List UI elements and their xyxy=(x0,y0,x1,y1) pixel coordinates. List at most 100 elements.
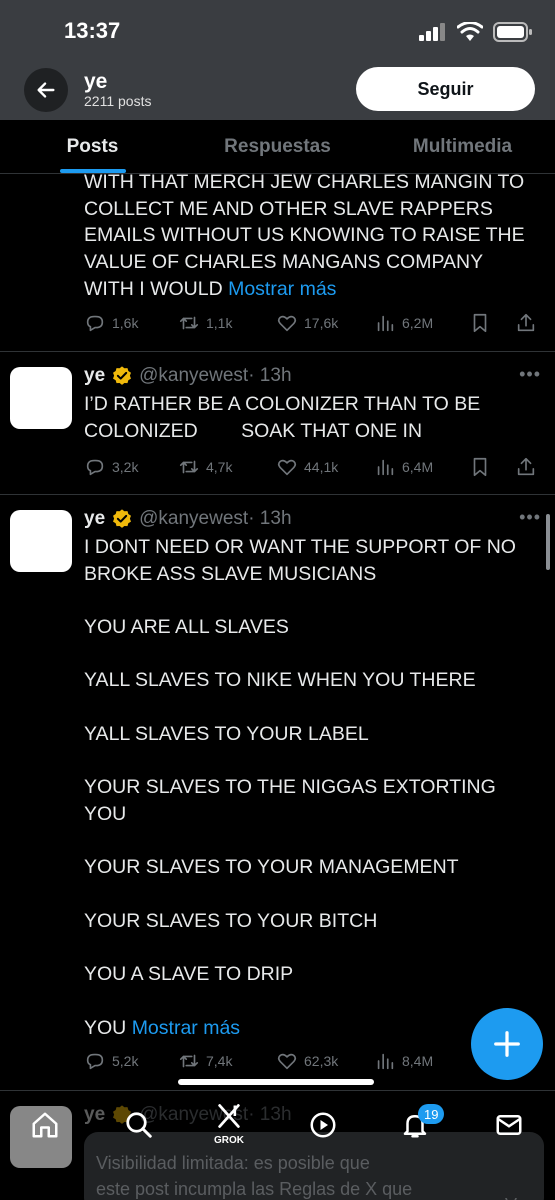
tweet-line: YALL SLAVES TO NIKE WHEN YOU THERE xyxy=(84,669,476,692)
reply-icon xyxy=(86,1053,104,1070)
share-icon xyxy=(517,313,535,332)
tweet-time: · 13h xyxy=(248,508,292,529)
like-button[interactable]: 44,1k xyxy=(276,456,338,478)
tweet-line: YALL SLAVES TO YOUR LABEL xyxy=(84,722,369,745)
back-button[interactable] xyxy=(24,68,68,112)
tweet-time: · 13h xyxy=(248,365,292,386)
like-count: 17,6k xyxy=(304,315,339,331)
tweet-2-header: ye @kanyewest · 13h xyxy=(84,365,292,387)
messages-button[interactable] xyxy=(494,1110,524,1145)
tweet-line: VALUE OF CHARLES MANGANS COMPANY xyxy=(84,251,484,274)
more-options-icon[interactable]: ••• xyxy=(519,364,541,385)
tweet-3[interactable]: ye @kanyewest · 13h ••• I DONT NEED OR W… xyxy=(0,495,555,1090)
notifications-badge: 19 xyxy=(418,1104,445,1124)
repost-icon xyxy=(179,1054,199,1068)
tweet-line: YOU ARE ALL SLAVES xyxy=(84,616,289,639)
grok-label: GROK xyxy=(214,1135,244,1146)
author-handle[interactable]: @kanyewest xyxy=(139,508,248,530)
tab-posts-label: Posts xyxy=(66,135,119,157)
tweet-3-text: I DONT NEED OR WANT THE SUPPORT OF NO BR… xyxy=(84,534,544,1041)
views-icon xyxy=(377,1053,394,1070)
views-button[interactable]: 6,2M xyxy=(374,312,433,334)
spaces-button[interactable] xyxy=(308,1110,338,1145)
signal-icon xyxy=(419,23,445,41)
bottom-nav: GROK xyxy=(0,1092,555,1200)
search-button[interactable] xyxy=(124,1110,154,1145)
views-count: 8,4M xyxy=(402,1053,434,1069)
mail-icon xyxy=(496,1115,522,1135)
wifi-icon xyxy=(457,22,483,41)
compose-button[interactable] xyxy=(471,1008,543,1080)
views-count: 6,4M xyxy=(402,459,434,475)
scrollbar[interactable] xyxy=(546,514,550,570)
tab-posts[interactable]: Posts xyxy=(0,120,185,173)
tweet-line: YOU A SLAVE TO DRIP xyxy=(84,963,294,986)
follow-button[interactable]: Seguir xyxy=(356,67,535,111)
verified-badge-icon xyxy=(113,509,132,528)
repost-icon xyxy=(179,316,199,330)
tweet-1[interactable]: WITH THAT MERCH JEW CHARLES MANGIN TO CO… xyxy=(0,174,555,352)
tweet-2-text: I’D RATHER BE A COLONIZER THAN TO BE COL… xyxy=(84,391,544,444)
heart-icon xyxy=(277,315,297,332)
tab-replies[interactable]: Respuestas xyxy=(185,120,370,173)
views-button[interactable]: 6,4M xyxy=(374,456,433,478)
show-more-link[interactable]: Mostrar más xyxy=(132,1017,240,1039)
battery-icon xyxy=(493,22,532,42)
tweet-line: I’D RATHER BE A COLONIZER THAN TO BE xyxy=(84,393,481,415)
status-time: 13:37 xyxy=(64,18,121,43)
tweet-line: WITH THAT MERCH JEW CHARLES MANGIN TO xyxy=(84,174,525,193)
bookmark-button[interactable] xyxy=(469,312,491,334)
like-button[interactable]: 62,3k xyxy=(276,1050,338,1072)
reply-button[interactable]: 1,6k xyxy=(84,312,138,334)
tab-media[interactable]: Multimedia xyxy=(370,120,555,173)
author-name[interactable]: ye xyxy=(84,508,105,530)
grok-button[interactable]: GROK xyxy=(214,1102,244,1146)
bookmark-icon xyxy=(473,457,487,477)
heart-icon xyxy=(277,459,297,476)
repost-button[interactable]: 1,1k xyxy=(178,312,232,334)
bookmark-button[interactable] xyxy=(469,456,491,478)
views-icon xyxy=(377,459,394,476)
search-icon xyxy=(126,1112,152,1138)
author-name[interactable]: ye xyxy=(84,365,105,387)
avatar[interactable] xyxy=(10,367,72,429)
share-button[interactable] xyxy=(515,312,537,334)
tweet-line: YOUR SLAVES TO YOUR MANAGEMENT xyxy=(84,856,459,879)
tweet-line-text: WITH I WOULD xyxy=(84,277,223,300)
grok-icon xyxy=(218,1104,240,1128)
play-icon xyxy=(310,1112,336,1138)
like-button[interactable]: 17,6k xyxy=(276,312,338,334)
share-button[interactable] xyxy=(515,456,537,478)
home-indicator[interactable] xyxy=(178,1079,374,1085)
tweet-2[interactable]: ye @kanyewest · 13h ••• I’D RATHER BE A … xyxy=(0,352,555,494)
share-icon xyxy=(517,457,535,476)
posts-count: 2211 posts xyxy=(84,93,152,109)
tweet-line: COLLECT ME AND OTHER SLAVE RAPPERS xyxy=(84,197,493,220)
more-options-icon[interactable]: ••• xyxy=(519,507,541,528)
reply-button[interactable]: 3,2k xyxy=(84,456,138,478)
repost-button[interactable]: 7,4k xyxy=(178,1050,232,1072)
show-more-link[interactable]: Mostrar más xyxy=(228,278,336,300)
reply-count: 1,6k xyxy=(112,315,139,331)
reply-button[interactable]: 5,2k xyxy=(84,1050,138,1072)
tweet-line: COLONIZED SOAK THAT ONE IN xyxy=(84,419,423,442)
tweet-line: BROKE ASS SLAVE MUSICIANS xyxy=(84,562,377,585)
repost-button[interactable]: 4,7k xyxy=(178,456,232,478)
status-icons xyxy=(419,22,533,42)
avatar[interactable] xyxy=(10,510,72,572)
author-handle[interactable]: @kanyewest xyxy=(139,365,248,387)
reply-icon xyxy=(86,459,104,476)
repost-count: 1,1k xyxy=(206,315,233,331)
like-count: 44,1k xyxy=(304,459,339,475)
views-icon xyxy=(377,315,394,332)
home-button[interactable] xyxy=(30,1110,60,1145)
verified-badge-icon xyxy=(113,366,132,385)
like-count: 62,3k xyxy=(304,1053,339,1069)
views-count: 6,2M xyxy=(402,315,434,331)
tweet-line: YOU xyxy=(84,802,127,825)
arrow-left-icon xyxy=(37,82,55,98)
reply-icon xyxy=(86,315,104,332)
plus-icon xyxy=(494,1031,520,1057)
views-button[interactable]: 8,4M xyxy=(374,1050,433,1072)
tweet-2-actions: 3,2k 4,7k 44,1k 6,4M xyxy=(84,454,544,480)
